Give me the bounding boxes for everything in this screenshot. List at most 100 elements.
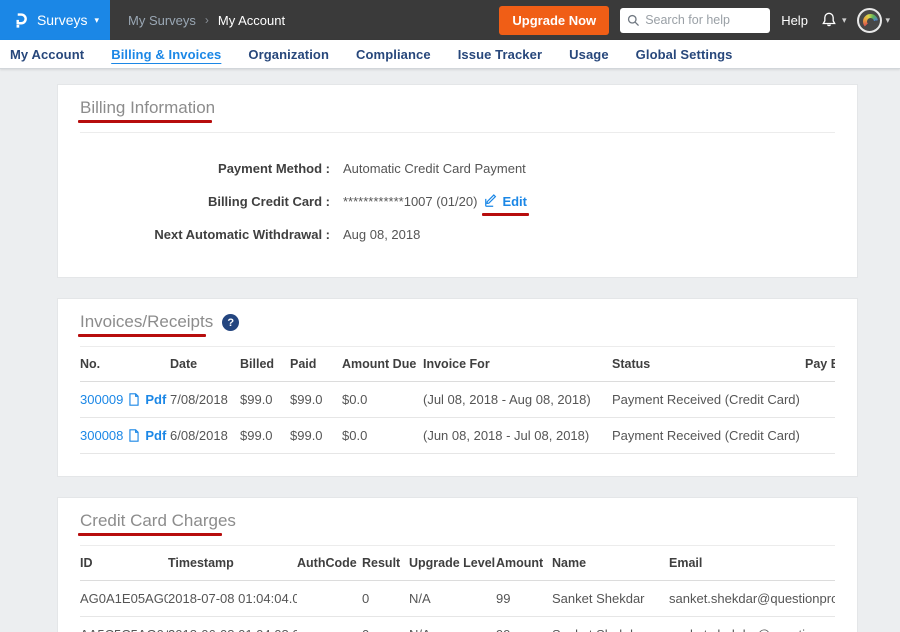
col-pay-by: Pay By (805, 347, 835, 382)
tab-organization[interactable]: Organization (248, 47, 329, 62)
tab-usage[interactable]: Usage (569, 47, 609, 62)
charges-table: ID Timestamp AuthCode Result Upgrade Lev… (80, 546, 835, 632)
charge-name: Sanket Shekdar (552, 617, 669, 632)
pdf-file-icon (128, 429, 140, 442)
notifications-menu[interactable]: ▾ (819, 10, 847, 30)
invoices-header: Invoices/Receipts ? (80, 299, 835, 347)
help-search-box[interactable] (620, 8, 770, 33)
next-withdrawal-row: Next Automatic Withdrawal : Aug 08, 2018 (80, 224, 835, 244)
pdf-file-icon (128, 393, 140, 406)
payment-method-label: Payment Method : (80, 161, 330, 176)
charge-upgrade-level: N/A (409, 617, 496, 632)
table-row: AG0A1E05AG0A 2018-07-08 01:04:04.0 0 N/A… (80, 581, 835, 617)
help-link[interactable]: Help (781, 13, 808, 28)
charge-name: Sanket Shekdar (552, 581, 669, 617)
tab-issue-tracker[interactable]: Issue Tracker (458, 47, 542, 62)
annotation-underline (78, 120, 212, 123)
invoice-paid: $99.0 (290, 382, 342, 418)
col-no: No. (80, 347, 170, 382)
col-id: ID (80, 546, 168, 581)
col-amount: Amount (496, 546, 552, 581)
col-paid: Paid (290, 347, 342, 382)
product-switcher[interactable]: Surveys ▾ (0, 0, 110, 40)
edit-card-control[interactable]: Edit (484, 194, 527, 209)
billing-credit-card-row: Billing Credit Card : ************1007 (… (80, 191, 835, 211)
invoice-pay-by (805, 382, 835, 418)
invoice-amount-due: $0.0 (342, 382, 423, 418)
pdf-link[interactable]: Pdf (145, 392, 166, 407)
tab-compliance[interactable]: Compliance (356, 47, 431, 62)
invoice-billed: $99.0 (240, 382, 290, 418)
col-timestamp: Timestamp (168, 546, 297, 581)
invoice-status: Payment Received (Credit Card) (612, 382, 805, 418)
topbar-right: Upgrade Now Help ▾ ▾ (499, 6, 900, 35)
billing-credit-card-value: ************1007 (01/20) Edit (343, 194, 527, 209)
col-email: Email (669, 546, 835, 581)
invoice-date: 6/08/2018 (170, 418, 240, 454)
charge-amount: 99 (496, 581, 552, 617)
table-row: 300008 Pdf 6/08/2018 $99.0 $99.0 $0.0 (J… (80, 418, 835, 454)
charge-amount: 99 (496, 617, 552, 632)
col-name: Name (552, 546, 669, 581)
search-input[interactable] (645, 13, 763, 27)
questionpro-logo-icon (11, 11, 30, 30)
charge-authcode (297, 617, 362, 632)
masked-card-number: ************1007 (01/20) (343, 194, 477, 209)
charges-title: Credit Card Charges (80, 511, 236, 531)
col-upgrade-level: Upgrade Level (409, 546, 496, 581)
col-invoice-for: Invoice For (423, 347, 612, 382)
chevron-down-icon: ▾ (95, 16, 100, 25)
billing-information-title: Billing Information (80, 98, 215, 118)
col-status: Status (612, 347, 805, 382)
annotation-underline (482, 213, 529, 216)
chevron-down-icon: ▾ (885, 16, 890, 25)
pdf-link[interactable]: Pdf (145, 428, 166, 443)
col-authcode: AuthCode (297, 546, 362, 581)
invoice-number-link[interactable]: 300009 (80, 392, 123, 407)
tab-billing-invoices[interactable]: Billing & Invoices (111, 47, 221, 62)
invoices-receipts-card: Invoices/Receipts ? No. Date Billed Paid (57, 298, 858, 477)
page-body: Billing Information Payment Method : Aut… (0, 69, 900, 632)
annotation-underline (78, 334, 206, 337)
col-result: Result (362, 546, 409, 581)
app-window: Surveys ▾ My Surveys › My Account Upgrad… (0, 0, 900, 632)
top-bar: Surveys ▾ My Surveys › My Account Upgrad… (0, 0, 900, 40)
product-label: Surveys (37, 12, 88, 28)
charges-header-row: ID Timestamp AuthCode Result Upgrade Lev… (80, 546, 835, 581)
charge-id: AA5C5C5AG0A (80, 617, 168, 632)
charge-timestamp: 2018-06-08 01:04:08.0 (168, 617, 297, 632)
breadcrumb-parent[interactable]: My Surveys (128, 13, 196, 28)
invoices-table: No. Date Billed Paid Amount Due Invoice … (80, 347, 835, 454)
account-menu[interactable]: ▾ (857, 8, 890, 33)
tab-global-settings[interactable]: Global Settings (636, 47, 733, 62)
charge-result: 0 (362, 581, 409, 617)
breadcrumb: My Surveys › My Account (128, 13, 285, 28)
charge-email: sanket.shekdar@questionpro.com (669, 617, 835, 632)
avatar (857, 8, 882, 33)
invoice-period: (Jul 08, 2018 - Aug 08, 2018) (423, 382, 612, 418)
next-withdrawal-label: Next Automatic Withdrawal : (80, 227, 330, 242)
invoice-amount-due: $0.0 (342, 418, 423, 454)
billing-information-header: Billing Information (80, 85, 835, 133)
invoices-header-row: No. Date Billed Paid Amount Due Invoice … (80, 347, 835, 382)
payment-method-value: Automatic Credit Card Payment (343, 161, 526, 176)
chevron-down-icon: ▾ (842, 16, 847, 25)
invoice-number-link[interactable]: 300008 (80, 428, 123, 443)
charge-email: sanket.shekdar@questionpro.com (669, 581, 835, 617)
invoice-date: 7/08/2018 (170, 382, 240, 418)
tab-my-account[interactable]: My Account (10, 47, 84, 62)
invoice-billed: $99.0 (240, 418, 290, 454)
charge-authcode (297, 581, 362, 617)
invoice-status: Payment Received (Credit Card) (612, 418, 805, 454)
upgrade-now-button[interactable]: Upgrade Now (499, 6, 609, 35)
charge-timestamp: 2018-07-08 01:04:04.0 (168, 581, 297, 617)
bell-icon (819, 10, 839, 30)
billing-credit-card-label: Billing Credit Card : (80, 194, 330, 209)
edit-link[interactable]: Edit (502, 194, 527, 209)
charge-id: AG0A1E05AG0A (80, 581, 168, 617)
payment-method-row: Payment Method : Automatic Credit Card P… (80, 158, 835, 178)
help-icon[interactable]: ? (222, 314, 239, 331)
billing-info-rows: Payment Method : Automatic Credit Card P… (80, 133, 835, 277)
billing-information-card: Billing Information Payment Method : Aut… (57, 84, 858, 278)
col-billed: Billed (240, 347, 290, 382)
